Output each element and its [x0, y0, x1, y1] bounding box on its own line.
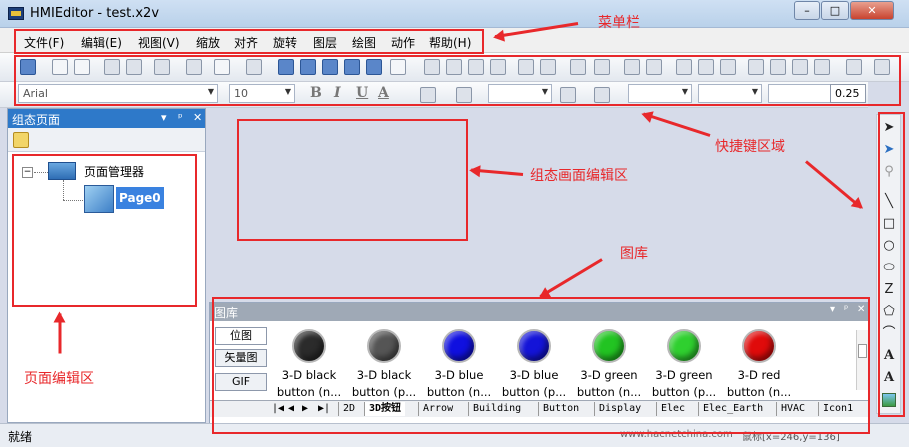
page-panel-header: 组态页面 ▾ ᵖ ✕ [8, 109, 205, 128]
new-page-icon[interactable] [13, 132, 29, 148]
menubar-highlight [14, 29, 484, 54]
annotation-shortcut: 快捷键区域 [715, 139, 785, 155]
annotation-page-editor: 页面编辑区 [24, 371, 94, 387]
page-panel-toolbar [8, 128, 205, 152]
annotation-menubar: 菜单栏 [598, 15, 640, 31]
window-title: HMIEditor - test.x2v [30, 6, 160, 21]
page-editor-arrow [58, 313, 62, 354]
title-bar: HMIEditor - test.x2v – □ ✕ [0, 0, 909, 28]
page-panel-title: 组态页面 [12, 113, 61, 127]
gallery-highlight [212, 297, 870, 434]
annotation-gallery: 图库 [620, 246, 648, 262]
minimize-button[interactable]: – [794, 1, 820, 20]
toolbox-highlight [878, 112, 905, 417]
close-icon[interactable]: ✕ [193, 111, 202, 124]
annotation-canvas: 组态画面编辑区 [530, 168, 628, 184]
close-button[interactable]: ✕ [850, 1, 894, 20]
panel-menu-icon[interactable]: ▾ [161, 111, 167, 124]
canvas-highlight [237, 119, 468, 241]
maximize-button[interactable]: □ [821, 1, 849, 20]
status-text: 就绪 [8, 430, 33, 444]
app-icon [8, 7, 24, 20]
pin-icon[interactable]: ᵖ [178, 111, 183, 124]
page-editor-highlight [12, 154, 197, 307]
toolbar-highlight [14, 55, 901, 106]
